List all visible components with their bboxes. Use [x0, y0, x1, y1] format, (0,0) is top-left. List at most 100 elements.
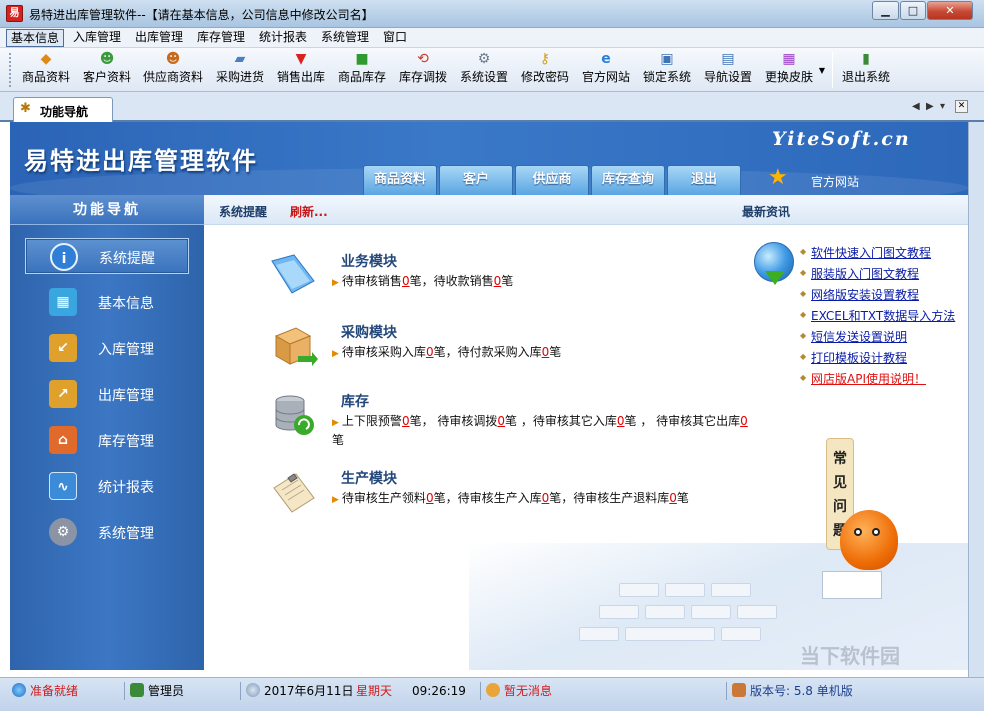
tool-products-label: 商品资料 — [21, 70, 70, 84]
news-link-quickstart[interactable]: 软件快速入门图文教程 — [811, 244, 931, 261]
official-site-link[interactable]: 官方网站 — [811, 173, 859, 190]
news-bullet-icon: ◆ — [800, 247, 807, 256]
toolbar-separator — [832, 52, 833, 88]
tool-sales-out[interactable]: ▼ 销售出库 — [273, 51, 329, 89]
news-bullet-icon: ◆ — [800, 331, 807, 340]
menu-window[interactable]: 窗口 — [379, 29, 411, 47]
toolbar: ◆ 商品资料 ☻ 客户资料 ☻ 供应商资料 ▰ 采购进货 ▼ 销售出库 ■ 商品… — [0, 48, 984, 92]
nav-item-system-mgmt[interactable]: ⚙ 系统管理 — [25, 514, 189, 550]
text: 笔 — [332, 433, 345, 447]
tool-change-skin-label: 更换皮肤 — [764, 70, 813, 84]
text: 上下限预警 — [341, 414, 402, 428]
status-messages-text: 暂无消息 — [504, 684, 553, 698]
module-inventory-title: 库存 — [341, 394, 369, 410]
window-titlebar: 易 易特进出库管理软件--【请在基本信息，公司信息中修改公司名】 ▁ □ ✕ — [0, 0, 984, 28]
tab-scroll-right-icon[interactable]: ▶ — [926, 101, 934, 112]
status-date: 2017年6月11日 — [264, 684, 354, 698]
nav-item-system-reminder[interactable]: i 系统提醒 — [25, 238, 189, 274]
banner-tab-stock-query[interactable]: 库存查询 — [591, 165, 665, 195]
keyboard-key — [711, 583, 751, 597]
tool-transfer[interactable]: ⟲ 库存调拨 — [395, 51, 451, 89]
latest-news-title: 最新资讯 — [742, 205, 791, 219]
minimize-button[interactable]: ▁ — [872, 1, 899, 20]
status-separator — [480, 682, 481, 700]
tab-close-icon[interactable]: ✕ — [955, 100, 968, 113]
pending-return-count[interactable]: 0 — [669, 491, 677, 505]
tool-exit[interactable]: ▮ 退出系统 — [838, 51, 894, 89]
text: 笔 — [676, 491, 689, 505]
tab-function-nav[interactable]: ✱ 功能导航 — [13, 97, 113, 122]
maximize-button[interactable]: □ — [900, 1, 926, 20]
nav-item-inbound[interactable]: ↙ 入库管理 — [25, 330, 189, 366]
chart-icon: ∿ — [49, 472, 77, 500]
mascot[interactable] — [840, 510, 898, 570]
module-inventory: 库存 ▶ 上下限预警0笔， 待审核调拨0笔 ，待审核其它入库0笔 ， 待审核其它出… — [268, 391, 758, 451]
close-button[interactable]: ✕ — [927, 1, 973, 20]
news-link-api[interactable]: 网店版API使用说明！ — [811, 370, 926, 387]
news-link-network-setup[interactable]: 网络版安装设置教程 — [811, 286, 919, 303]
skin-dropdown-arrow[interactable]: ▼ — [817, 66, 827, 76]
pending-other-in-count[interactable]: 0 — [617, 414, 625, 428]
tool-nav-settings[interactable]: ▤ 导航设置 — [700, 51, 756, 89]
tool-settings[interactable]: ⚙ 系统设置 — [456, 51, 512, 89]
banner-tab-suppliers[interactable]: 供应商 — [515, 165, 589, 195]
pending-sales-count[interactable]: 0 — [402, 274, 410, 288]
tool-customers-label: 客户资料 — [82, 70, 131, 84]
lock-icon: ▣ — [660, 51, 674, 67]
tab-scroll-left-icon[interactable]: ◀ — [912, 101, 920, 112]
text: 笔 ，待审核其它入库 — [505, 414, 617, 428]
refresh-link[interactable]: 刷新... — [290, 203, 328, 220]
menu-outbound[interactable]: 出库管理 — [131, 29, 187, 47]
pending-transfer-count[interactable]: 0 — [497, 414, 505, 428]
module-business-detail: ▶ 待审核销售0笔，待收款销售0笔 — [332, 273, 752, 292]
status-weekday: 星期天 — [356, 684, 393, 698]
status-separator — [124, 682, 125, 700]
pending-purchase-count[interactable]: 0 — [426, 345, 434, 359]
menu-bar: 基本信息 入库管理 出库管理 库存管理 统计报表 系统管理 窗口 — [0, 28, 984, 48]
tool-official-site[interactable]: e 官方网站 — [578, 51, 634, 89]
pending-material-count[interactable]: 0 — [426, 491, 434, 505]
banner-tab-products[interactable]: 商品资料 — [363, 165, 437, 195]
menu-basic-info[interactable]: 基本信息 — [6, 29, 65, 47]
mascot-eye — [854, 528, 862, 536]
content-header: 系统提醒 刷新... 最新资讯 — [204, 195, 968, 225]
tool-exit-label: 退出系统 — [841, 70, 890, 84]
left-nav: 功能导航 i 系统提醒 ▦ 基本信息 ↙ 入库管理 ↗ 出库管理 ⌂ 库存管理 … — [10, 195, 204, 670]
news-link-sms-setup[interactable]: 短信发送设置说明 — [811, 328, 907, 345]
text: 笔，待付款采购入库 — [433, 345, 542, 359]
tool-stock[interactable]: ■ 商品库存 — [334, 51, 390, 89]
brand-logo-text: YiteSoft.cn — [772, 128, 911, 150]
menu-inventory[interactable]: 库存管理 — [193, 29, 249, 47]
tool-purchase[interactable]: ▰ 采购进货 — [212, 51, 268, 89]
news-link-apparel-guide[interactable]: 服装版入门图文教程 — [811, 265, 919, 282]
status-messages[interactable]: 暂无消息 — [486, 682, 552, 700]
banner-tab-customers[interactable]: 客户 — [439, 165, 513, 195]
status-user-text: 管理员 — [148, 684, 185, 698]
tool-lock[interactable]: ▣ 锁定系统 — [639, 51, 695, 89]
nav-item-inventory[interactable]: ⌂ 库存管理 — [25, 422, 189, 458]
nav-item-reports[interactable]: ∿ 统计报表 — [25, 468, 189, 504]
menu-inbound[interactable]: 入库管理 — [69, 29, 125, 47]
product-icon: ◆ — [40, 51, 52, 67]
menu-system[interactable]: 系统管理 — [317, 29, 373, 47]
tool-change-skin[interactable]: ▦ 更换皮肤 — [761, 51, 817, 89]
banner-tab-exit[interactable]: 退出 — [667, 165, 741, 195]
tab-list-icon[interactable]: ▾ — [940, 101, 945, 112]
nav-item-outbound[interactable]: ↗ 出库管理 — [25, 376, 189, 412]
skin-icon: ▦ — [782, 51, 796, 67]
nav-item-basic-info[interactable]: ▦ 基本信息 — [25, 284, 189, 320]
status-ready: 准备就绪 — [12, 682, 78, 700]
tool-suppliers[interactable]: ☻ 供应商资料 — [139, 51, 207, 89]
tool-change-password[interactable]: ⚷ 修改密码 — [517, 51, 573, 89]
news-link-print-template[interactable]: 打印模板设计教程 — [811, 349, 907, 366]
stock-warning-count[interactable]: 0 — [402, 414, 410, 428]
module-business: 业务模块 ▶ 待审核销售0笔，待收款销售0笔 — [268, 251, 758, 297]
menu-reports[interactable]: 统计报表 — [255, 29, 311, 47]
pending-other-out-count[interactable]: 0 — [740, 414, 748, 428]
news-link-data-import[interactable]: EXCEL和TXT数据导入方法 — [811, 307, 955, 324]
tool-customers[interactable]: ☻ 客户资料 — [79, 51, 135, 89]
news-bullet-icon: ◆ — [800, 373, 807, 382]
tool-settings-label: 系统设置 — [459, 70, 508, 84]
tool-products[interactable]: ◆ 商品资料 — [18, 51, 74, 89]
toolbar-grip[interactable] — [9, 53, 12, 87]
